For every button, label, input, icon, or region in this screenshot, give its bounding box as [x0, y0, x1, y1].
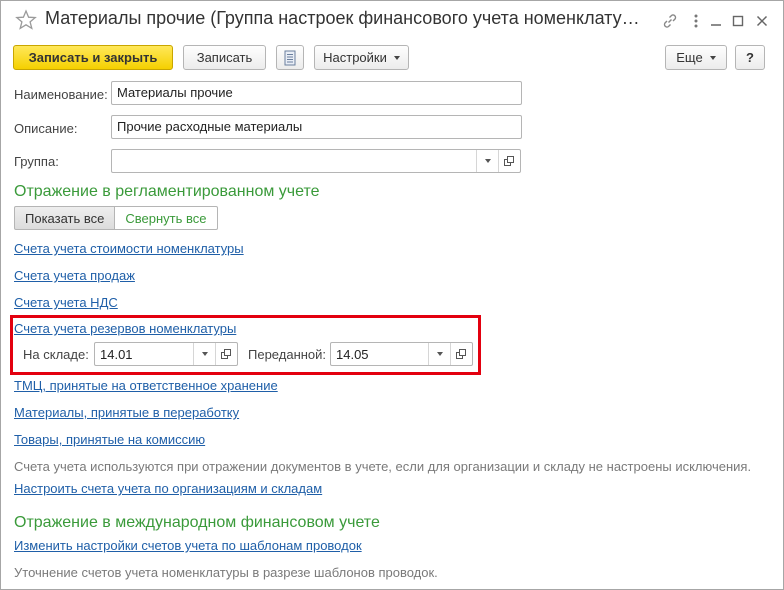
group-dropdown-button[interactable] — [476, 150, 498, 172]
show-all-button[interactable]: Показать все — [14, 206, 116, 230]
more-label: Еще — [676, 50, 703, 65]
settings-label: Настройки — [323, 50, 387, 65]
link-commission-goods[interactable]: Товары, принятые на комиссию — [14, 432, 205, 447]
warehouse-open-button[interactable] — [215, 343, 237, 365]
open-icon — [504, 155, 515, 167]
list-document-icon — [283, 50, 297, 66]
link-vat-accounts[interactable]: Счета учета НДС — [14, 295, 118, 310]
collapse-all-button[interactable]: Свернуть все — [115, 206, 218, 230]
group-field[interactable] — [111, 149, 521, 173]
star-icon[interactable] — [15, 9, 37, 31]
group-label: Группа: — [14, 154, 59, 169]
group-open-button[interactable] — [498, 150, 520, 172]
link-custody-goods[interactable]: ТМЦ, принятые на ответственное хранение — [14, 378, 278, 393]
settings-dropdown-button[interactable]: Настройки — [314, 45, 409, 70]
minimize-icon[interactable] — [707, 12, 725, 30]
more-dropdown-button[interactable]: Еще — [665, 45, 727, 70]
transferred-account-field[interactable]: 14.05 — [330, 342, 473, 366]
report-button[interactable] — [276, 45, 304, 70]
transferred-open-button[interactable] — [450, 343, 472, 365]
maximize-icon[interactable] — [729, 12, 747, 30]
description-label: Описание: — [14, 121, 78, 136]
warehouse-account-value: 14.01 — [100, 347, 133, 362]
open-icon — [456, 348, 467, 360]
link-cost-accounts[interactable]: Счета учета стоимости номенклатуры — [14, 241, 244, 256]
chevron-down-icon — [201, 352, 208, 356]
description-input[interactable]: Прочие расходные материалы — [111, 115, 522, 139]
name-label: Наименование: — [14, 87, 108, 102]
form-window: Материалы прочие (Группа настроек финанс… — [0, 0, 784, 590]
warehouse-account-field[interactable]: 14.01 — [94, 342, 238, 366]
name-input[interactable]: Материалы прочие — [111, 81, 522, 105]
chevron-down-icon — [393, 55, 400, 60]
regulated-section-title: Отражение в регламентированном учете — [14, 183, 320, 200]
international-section-title: Отражение в международном финансовом уче… — [14, 514, 380, 531]
help-label: ? — [746, 50, 754, 65]
link-change-template-settings[interactable]: Изменить настройки счетов учета по шабло… — [14, 538, 362, 553]
link-configure-accounts[interactable]: Настроить счета учета по организациям и … — [14, 481, 322, 496]
link-reserve-accounts[interactable]: Счета учета резервов номенклатуры — [14, 321, 236, 336]
close-icon[interactable] — [753, 12, 771, 30]
link-sales-accounts[interactable]: Счета учета продаж — [14, 268, 135, 283]
title-bar: Материалы прочие (Группа настроек финанс… — [1, 1, 783, 41]
transferred-label: Переданной: — [248, 347, 327, 362]
chevron-down-icon — [709, 55, 716, 60]
window-title: Материалы прочие (Группа настроек финанс… — [45, 8, 640, 28]
save-and-close-button[interactable]: Записать и закрыть — [13, 45, 173, 70]
chevron-down-icon — [484, 159, 491, 163]
link-processing-materials[interactable]: Материалы, принятые в переработку — [14, 405, 239, 420]
more-vertical-icon[interactable] — [687, 12, 705, 30]
save-label: Записать — [196, 50, 253, 65]
chevron-down-icon — [436, 352, 443, 356]
save-button[interactable]: Записать — [183, 45, 266, 70]
help-button[interactable]: ? — [735, 45, 765, 70]
link-icon[interactable] — [661, 12, 679, 30]
open-icon — [221, 348, 232, 360]
transferred-dropdown-button[interactable] — [428, 343, 450, 365]
warehouse-label: На складе: — [23, 347, 89, 362]
save-and-close-label: Записать и закрыть — [28, 50, 158, 65]
warehouse-dropdown-button[interactable] — [193, 343, 215, 365]
transferred-account-value: 14.05 — [336, 347, 369, 362]
international-note: Уточнение счетов учета номенклатуры в ра… — [14, 565, 438, 580]
expand-collapse-group: Показать все Свернуть все — [14, 206, 218, 230]
accounts-note: Счета учета используются при отражении д… — [14, 459, 752, 474]
